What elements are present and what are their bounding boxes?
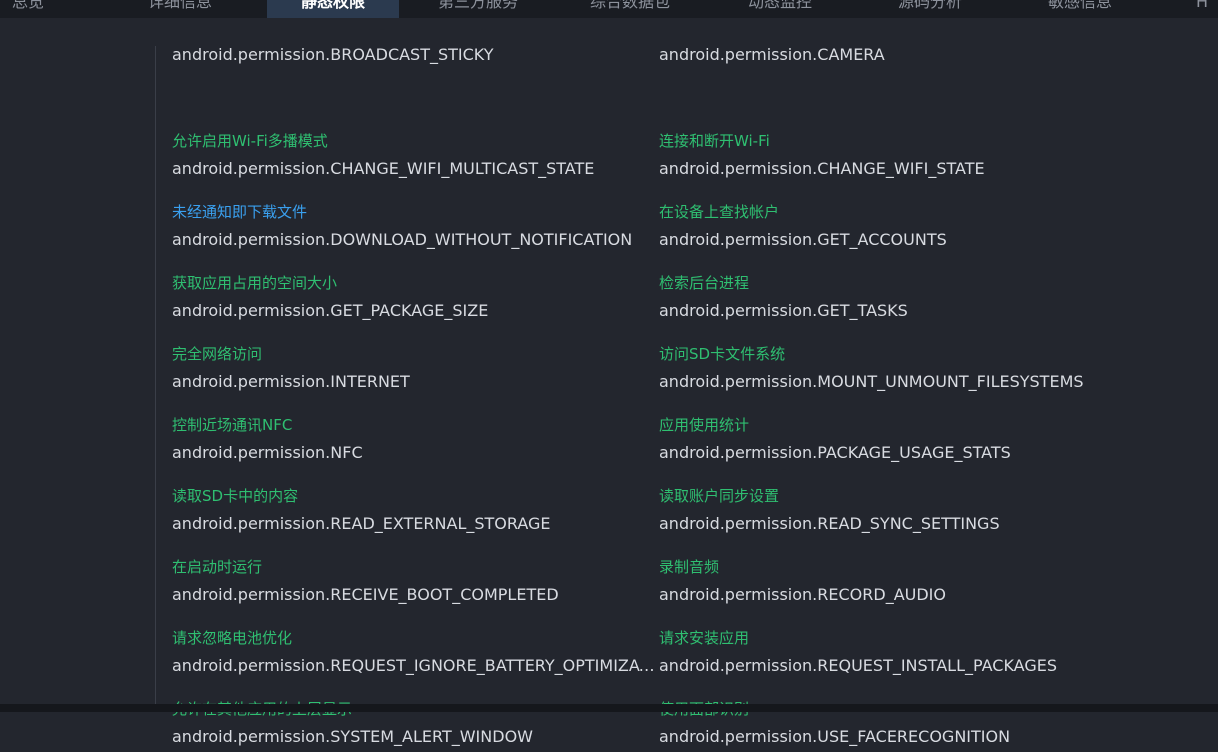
permission-description: 读取SD卡中的内容 xyxy=(172,487,299,505)
tab-more[interactable]: H xyxy=(1196,0,1208,18)
permission-item: 允许在其他应用的上层显示android.permission.SYSTEM_AL… xyxy=(172,681,659,752)
tab-details[interactable]: 详细信息 xyxy=(148,0,212,18)
permission-item: 应用使用统计 android.permission.PACKAGE_USAGE_S… xyxy=(659,397,1202,468)
permission-name: android.permission.NFC xyxy=(172,443,363,462)
permission-description: 请求安装应用 xyxy=(659,629,750,647)
permission-item: 连接和断开Wi-Fi android.permission.CHANGE_WIFI… xyxy=(659,113,1202,184)
permission-name: android.permission.GET_ACCOUNTS xyxy=(659,230,947,249)
permission-name: android.permission.CAMERA xyxy=(659,45,885,64)
permission-description: 在设备上查找帐户 xyxy=(659,203,780,221)
permission-name: android.permission.REQUEST_IGNORE_BATTER… xyxy=(172,656,655,675)
tab-dynamic-monitoring[interactable]: 动态监控 xyxy=(748,0,812,18)
divider xyxy=(155,46,156,708)
permission-description: 应用使用统计 xyxy=(659,416,750,434)
permission-name: android.permission.READ_SYNC_SETTINGS xyxy=(659,514,1000,533)
tab-third-party-services[interactable]: 第三方服务 xyxy=(438,0,518,18)
permission-description: 在启动时运行 xyxy=(172,558,263,576)
permission-item: 访问SD卡文件系统 android.permission.MOUNT_UNMOUN… xyxy=(659,326,1202,397)
permission-description: 未经通知即下载文件 xyxy=(172,203,308,221)
permission-name: android.permission.RECORD_AUDIO xyxy=(659,585,946,604)
permission-item: android.permission.BROADCAST_STICKY xyxy=(172,42,659,113)
permission-item: 完全网络访问 android.permission.INTERNET xyxy=(172,326,659,397)
permission-name: android.permission.CHANGE_WIFI_STATE xyxy=(659,159,985,178)
permission-description: 获取应用占用的空间大小 xyxy=(172,274,338,292)
tab-static-permissions[interactable]: 静态权限 xyxy=(267,0,399,18)
permission-item: 获取应用占用的空间大小 android.permission.GET_PACKAG… xyxy=(172,255,659,326)
permissions-panel: android.permission.BROADCAST_STICKYandro… xyxy=(0,18,1218,746)
permission-item: 读取账户同步设置 android.permission.READ_SYNC_SET… xyxy=(659,468,1202,539)
permission-name: android.permission.SYSTEM_ALERT_WINDOW xyxy=(172,727,533,746)
permission-name: android.permission.INTERNET xyxy=(172,372,410,391)
permission-item: 未经通知即下载文件 android.permission.DOWNLOAD_WIT… xyxy=(172,184,659,255)
top-tab-bar: 总览 详细信息 静态权限 第三方服务 综合数据包 动态监控 源码分析 敏感信息 … xyxy=(0,0,1218,18)
permission-description: 读取账户同步设置 xyxy=(659,487,780,505)
permission-item: 在启动时运行 android.permission.RECEIVE_BOOT_CO… xyxy=(172,539,659,610)
permission-name: android.permission.PACKAGE_USAGE_STATS xyxy=(659,443,1011,462)
permission-description: 连接和断开Wi-Fi xyxy=(659,132,770,150)
permission-name: android.permission.USE_FACERECOGNITION xyxy=(659,727,1011,746)
permission-name: android.permission.GET_TASKS xyxy=(659,301,908,320)
permission-item: 读取SD卡中的内容 android.permission.READ_EXTERNA… xyxy=(172,468,659,539)
permission-item: 检索后台进程 android.permission.GET_TASKS xyxy=(659,255,1202,326)
bottom-bar xyxy=(0,704,1218,712)
permission-item: 在设备上查找帐户 android.permission.GET_ACCOUNTS xyxy=(659,184,1202,255)
permission-item: 使用面部识别android.permission.USE_FACERECOGNI… xyxy=(659,681,1202,752)
tab-overview[interactable]: 总览 xyxy=(12,0,44,18)
permission-description: 访问SD卡文件系统 xyxy=(659,345,786,363)
permission-name: android.permission.MOUNT_UNMOUNT_FILESYS… xyxy=(659,372,1084,391)
permission-description: 请求忽略电池优化 xyxy=(172,629,293,647)
permission-name: android.permission.CHANGE_WIFI_MULTICAST… xyxy=(172,159,595,178)
permission-item: 允许启用Wi-Fi多播模式 android.permission.CHANGE_W… xyxy=(172,113,659,184)
permission-name: android.permission.REQUEST_INSTALL_PACKA… xyxy=(659,656,1057,675)
permission-description: 允许启用Wi-Fi多播模式 xyxy=(172,132,328,150)
permission-name: android.permission.RECEIVE_BOOT_COMPLETE… xyxy=(172,585,559,604)
permission-name: android.permission.READ_EXTERNAL_STORAGE xyxy=(172,514,551,533)
permission-description: 完全网络访问 xyxy=(172,345,263,363)
permission-grid: android.permission.BROADCAST_STICKYandro… xyxy=(172,42,1202,752)
permission-name: android.permission.BROADCAST_STICKY xyxy=(172,45,494,64)
tab-combined-packets[interactable]: 综合数据包 xyxy=(590,0,670,18)
permission-description: 录制音频 xyxy=(659,558,720,576)
permission-name: android.permission.GET_PACKAGE_SIZE xyxy=(172,301,489,320)
permission-description: 控制近场通讯NFC xyxy=(172,416,293,434)
permission-item: 请求忽略电池优化 android.permission.REQUEST_IGNOR… xyxy=(172,610,659,681)
permission-item: 请求安装应用 android.permission.REQUEST_INSTALL… xyxy=(659,610,1202,681)
permission-name: android.permission.DOWNLOAD_WITHOUT_NOTI… xyxy=(172,230,633,249)
permission-item: android.permission.CAMERA xyxy=(659,42,1202,113)
permission-item: 控制近场通讯NFC android.permission.NFC xyxy=(172,397,659,468)
tab-sensitive-info[interactable]: 敏感信息 xyxy=(1048,0,1112,18)
permission-item: 录制音频 android.permission.RECORD_AUDIO xyxy=(659,539,1202,610)
tab-source-analysis[interactable]: 源码分析 xyxy=(898,0,962,18)
permission-description: 检索后台进程 xyxy=(659,274,750,292)
